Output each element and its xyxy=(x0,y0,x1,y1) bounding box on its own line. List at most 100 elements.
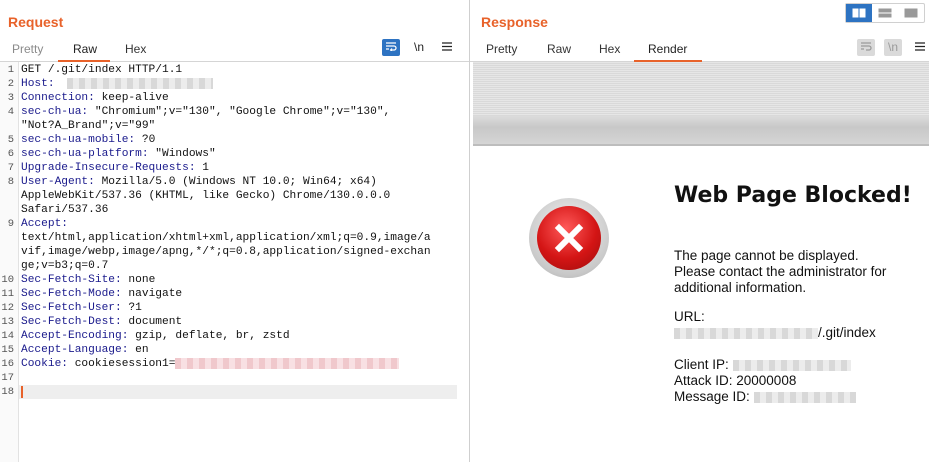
header-name: Accept: xyxy=(21,218,68,230)
header-name: Connection: xyxy=(21,92,95,104)
line-number: 13 xyxy=(1,316,14,328)
current-line-highlight xyxy=(19,385,457,399)
line-number: 11 xyxy=(1,288,14,300)
line-number: 15 xyxy=(1,344,14,356)
tab-hex[interactable]: Hex xyxy=(125,42,146,56)
line-number: 16 xyxy=(1,358,14,370)
menu-icon[interactable] xyxy=(911,39,929,56)
header-value: 1 xyxy=(195,162,209,174)
line-text: Host: xyxy=(21,77,214,91)
code-line: text/html,application/xhtml+xml,applicat… xyxy=(0,231,457,245)
code-line: 10 Sec-Fetch-Site: none xyxy=(0,273,457,287)
code-line: 13 Sec-Fetch-Dest: document xyxy=(0,315,457,329)
header-value: ?0 xyxy=(135,134,156,146)
client-ip: Client IP: xyxy=(674,357,851,372)
code-line: vif,image/webp,image/apng,*/*;q=0.8,appl… xyxy=(0,245,457,259)
header-value: GET /.git/index HTTP/1.1 xyxy=(21,64,183,76)
header-name: Upgrade-Insecure-Requests: xyxy=(21,162,196,174)
line-text: Accept: xyxy=(21,217,68,231)
blocked-message-line1: The page cannot be displayed. xyxy=(674,248,859,263)
attack-id: Attack ID: 20000008 xyxy=(674,373,797,388)
tab-render[interactable]: Render xyxy=(648,42,687,56)
text-caret xyxy=(21,386,23,398)
blocked-message-line2: Please contact the administrator for xyxy=(674,264,887,279)
show-newlines-button[interactable]: \n xyxy=(884,39,902,56)
header-name: Accept-Encoding: xyxy=(21,330,129,342)
request-editor[interactable]: 1 GET /.git/index HTTP/1.1 2 Host: 3 Connect… xyxy=(0,62,469,462)
header-value: document xyxy=(121,316,183,328)
code-line: 9 Accept: xyxy=(0,217,457,231)
tab-pretty[interactable]: Pretty xyxy=(12,42,43,56)
header-value: ?1 xyxy=(121,302,142,314)
header-value xyxy=(55,78,62,90)
block-x-icon xyxy=(529,198,609,278)
redacted-value xyxy=(67,77,214,89)
code-line: 4 sec-ch-ua: "Chromium";v="130", "Google … xyxy=(0,105,457,119)
code-line: 3 Connection: keep-alive xyxy=(0,91,457,105)
header-name: sec-ch-ua-platform: xyxy=(21,148,149,160)
header-value: Mozilla/5.0 (Windows NT 10.0; Win64; x64… xyxy=(94,176,377,188)
line-text: Accept-Encoding: gzip, deflate, br, zstd xyxy=(21,329,290,343)
header-name: Sec-Fetch-User: xyxy=(21,302,122,314)
line-number: 4 xyxy=(7,106,14,118)
code-line: 11 Sec-Fetch-Mode: navigate xyxy=(0,287,457,301)
line-text: Safari/537.36 xyxy=(21,203,108,217)
header-name: Sec-Fetch-Mode: xyxy=(21,288,122,300)
tab-pretty[interactable]: Pretty xyxy=(486,42,517,56)
line-text: vif,image/webp,image/apng,*/*;q=0.8,appl… xyxy=(21,245,431,259)
show-newlines-button[interactable]: \n xyxy=(410,39,428,56)
line-text: sec-ch-ua-platform: "Windows" xyxy=(21,147,216,161)
blocked-heading: Web Page Blocked! xyxy=(674,183,912,208)
code-line: "Not?A_Brand";v="99" xyxy=(0,119,457,133)
response-pane: Response Pretty Raw Hex Render \n Web Pa… xyxy=(470,0,929,462)
header-value: cookiesession1= xyxy=(68,358,176,370)
url-path: /.git/index xyxy=(818,325,876,340)
header-name: User-Agent: xyxy=(21,176,95,188)
line-text: AppleWebKit/537.36 (KHTML, like Gecko) C… xyxy=(21,189,390,203)
header-value: "Chromium";v="130", "Google Chrome";v="1… xyxy=(88,106,391,118)
header-name: Host: xyxy=(21,78,55,90)
split-vertical-icon[interactable] xyxy=(872,4,898,22)
menu-icon[interactable] xyxy=(438,39,456,56)
header-value: keep-alive xyxy=(94,92,169,104)
header-name: sec-ch-ua: xyxy=(21,106,89,118)
url-label: URL: xyxy=(674,309,705,324)
line-text: Sec-Fetch-Mode: navigate xyxy=(21,287,182,301)
header-name: Accept-Language: xyxy=(21,344,129,356)
line-text: Connection: keep-alive xyxy=(21,91,169,105)
line-number: 12 xyxy=(1,302,14,314)
layout-toggle xyxy=(845,3,925,23)
line-number: 7 xyxy=(7,162,14,174)
header-value: "Not?A_Brand";v="99" xyxy=(21,120,156,132)
header-value: en xyxy=(128,344,149,356)
code-line: 7 Upgrade-Insecure-Requests: 1 xyxy=(0,161,457,175)
tab-hex[interactable]: Hex xyxy=(599,42,620,56)
header-value: ge;v=b3;q=0.7 xyxy=(21,260,109,272)
line-number: 8 xyxy=(7,176,14,188)
line-number: 18 xyxy=(1,386,14,398)
header-name: Cookie: xyxy=(21,358,68,370)
code-line: AppleWebKit/537.36 (KHTML, like Gecko) C… xyxy=(0,189,457,203)
header-name: sec-ch-ua-mobile: xyxy=(21,134,136,146)
line-number: 14 xyxy=(1,330,14,342)
blocked-message-line3: additional information. xyxy=(674,280,807,295)
code-line: 1 GET /.git/index HTTP/1.1 xyxy=(0,63,457,77)
line-number: 3 xyxy=(7,92,14,104)
client-ip-label: Client IP: xyxy=(674,357,729,372)
line-number: 1 xyxy=(7,64,14,76)
code-line: 6 sec-ch-ua-platform: "Windows" xyxy=(0,147,457,161)
line-number: 5 xyxy=(7,134,14,146)
single-pane-icon[interactable] xyxy=(898,4,924,22)
tab-raw[interactable]: Raw xyxy=(547,42,571,56)
line-text: Upgrade-Insecure-Requests: 1 xyxy=(21,161,209,175)
code-line: 2 Host: xyxy=(0,77,457,91)
message-id: Message ID: xyxy=(674,389,856,404)
code-line: 15 Accept-Language: en xyxy=(0,343,457,357)
split-horizontal-icon[interactable] xyxy=(846,4,872,22)
wrap-lines-icon[interactable] xyxy=(857,39,875,56)
code-line: 16 Cookie: cookiesession1= xyxy=(0,357,457,371)
tab-raw[interactable]: Raw xyxy=(73,42,97,56)
header-value: navigate xyxy=(121,288,183,300)
wrap-lines-icon[interactable] xyxy=(382,39,400,56)
header-name: Sec-Fetch-Site: xyxy=(21,274,122,286)
